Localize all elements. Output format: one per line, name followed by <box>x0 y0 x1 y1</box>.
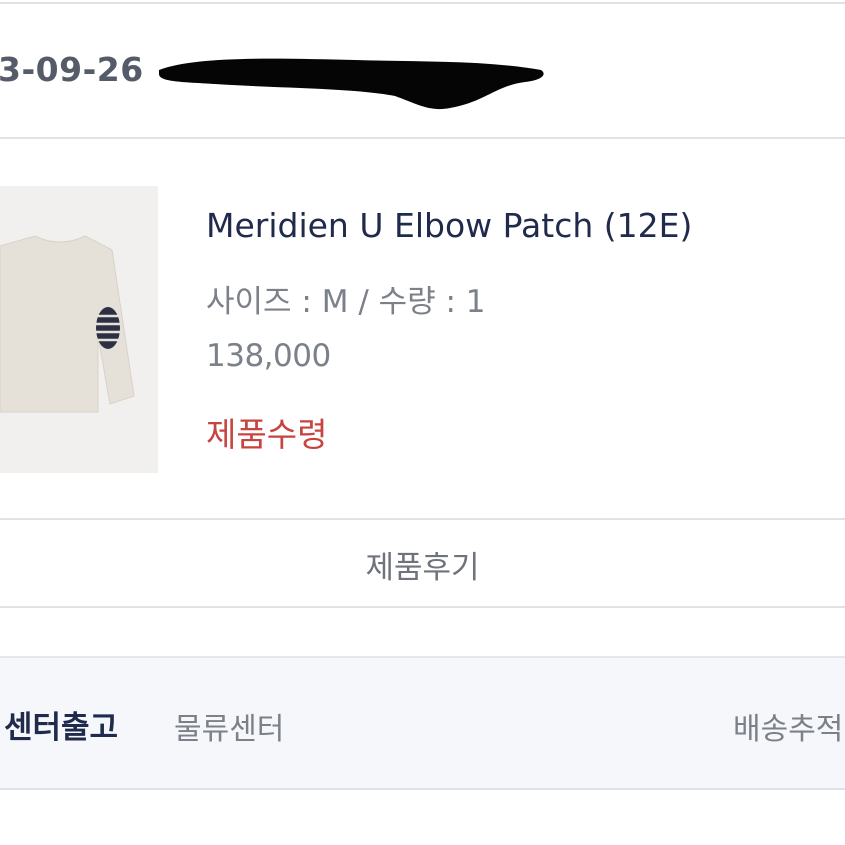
top-divider <box>0 2 845 4</box>
product-name[interactable]: Meridien U Elbow Patch (12E) <box>206 206 692 245</box>
track-shipping-link[interactable]: 배송추적 <box>733 704 843 748</box>
order-date: 3-09-26 <box>0 50 144 89</box>
order-status: 제품수령 <box>206 415 328 454</box>
bottom-divider <box>0 788 845 790</box>
sweater-image <box>0 235 135 413</box>
shipping-origin: 물류센터 <box>174 712 285 747</box>
product-thumbnail[interactable] <box>0 186 158 473</box>
shipping-panel: 센터출고 물류센터 배송추적 <box>0 656 845 790</box>
product-price: 138,000 <box>206 338 331 374</box>
divider <box>0 137 845 139</box>
write-review-button[interactable]: 제품후기 <box>0 522 845 606</box>
divider <box>0 606 845 608</box>
divider <box>0 518 845 520</box>
redaction-scribble <box>159 58 544 110</box>
product-option: 사이즈 : M / 수량 : 1 <box>206 284 486 320</box>
shipping-type: 센터출고 <box>4 710 119 746</box>
